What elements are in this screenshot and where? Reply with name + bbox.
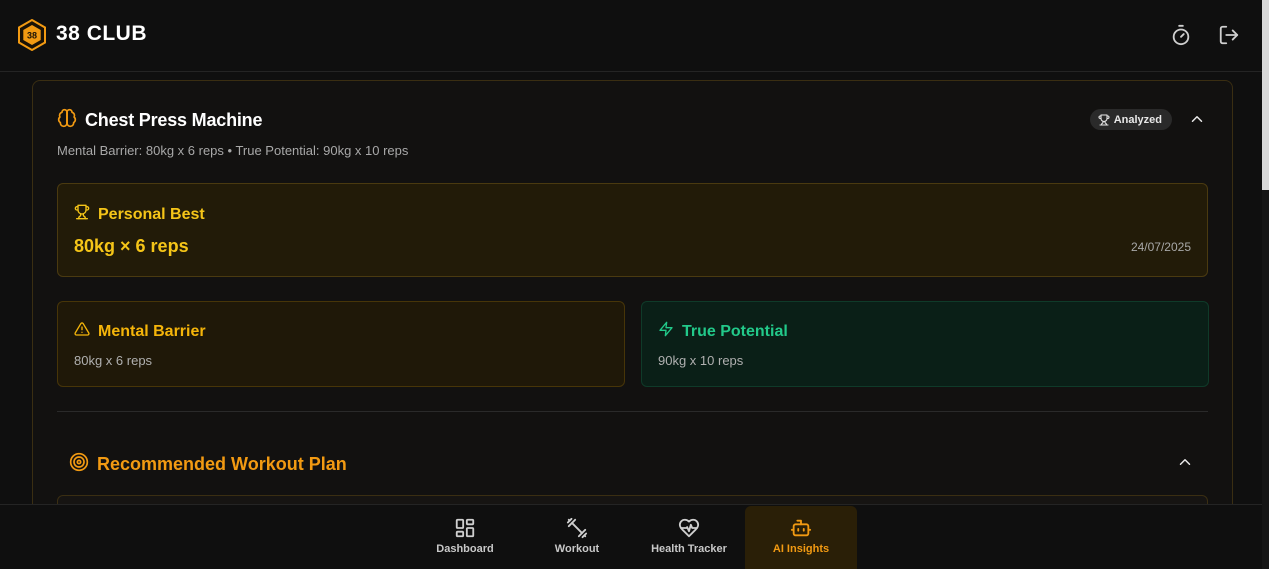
personal-best-date: 24/07/2025 [1130, 240, 1191, 254]
nav-dashboard-label: Dashboard [436, 543, 494, 555]
personal-best-label: Personal Best [98, 205, 205, 223]
heart-pulse-icon [678, 517, 700, 539]
warning-icon [74, 321, 90, 342]
grid-icon [454, 517, 476, 539]
personal-best-value: 80kg × 6 reps [74, 236, 189, 256]
personal-best-header: Personal Best [74, 204, 205, 225]
nav-ai-insights-label: AI Insights [772, 543, 830, 555]
section-divider [57, 411, 1208, 412]
app-header: 38 38 CLUB [0, 0, 1262, 72]
personal-best-panel: Personal Best 80kg × 6 reps 24/07/2025 [57, 183, 1208, 277]
workout-plan-title: Recommended Workout Plan [97, 454, 347, 474]
logo-text: 38 [27, 31, 37, 41]
trophy-icon [1098, 113, 1110, 126]
scrollbar-thumb[interactable] [1262, 0, 1269, 190]
nav-workout-label: Workout [554, 543, 600, 555]
target-icon [69, 452, 89, 477]
nav-health-tracker-label: Health Tracker [651, 543, 727, 555]
mental-barrier-value: 80kg x 6 reps [74, 353, 153, 368]
true-potential-value: 90kg x 10 reps [658, 353, 744, 368]
exercise-summary: Mental Barrier: 80kg x 6 reps • True Pot… [57, 143, 409, 158]
lightning-icon [658, 321, 674, 342]
chevron-up-icon [1179, 459, 1191, 465]
status-badge: Analyzed [1089, 109, 1172, 130]
true-potential-panel: True Potential 90kg x 10 reps [641, 301, 1209, 387]
card-title-row: Chest Press Machine [57, 108, 262, 132]
logout-icon[interactable] [1218, 24, 1240, 46]
collapse-card-button[interactable] [1188, 110, 1206, 128]
exercise-card: Chest Press Machine Mental Barrier: 80kg… [32, 80, 1233, 504]
status-badge-label: Analyzed [1113, 113, 1162, 126]
chevron-up-icon [1191, 116, 1203, 122]
nav-health-tracker[interactable]: Health Tracker [633, 506, 745, 569]
dumbbell-icon [566, 517, 588, 539]
true-potential-header: True Potential [658, 321, 788, 342]
trophy-icon [74, 204, 90, 225]
robot-icon [790, 517, 812, 539]
scrollbar[interactable] [1262, 0, 1269, 569]
exercise-title: Chest Press Machine [85, 109, 263, 130]
collapse-plan-button[interactable] [1176, 453, 1194, 471]
nav-ai-insights[interactable]: AI Insights [745, 506, 857, 569]
workout-plan-content [57, 495, 1208, 504]
logo-badge: 38 [16, 19, 48, 51]
bottom-nav: Dashboard Workout Health Tracker AI Insi… [0, 504, 1262, 569]
nav-dashboard[interactable]: Dashboard [409, 506, 521, 569]
workout-plan-header[interactable]: Recommended Workout Plan [69, 452, 347, 477]
nav-workout[interactable]: Workout [521, 506, 633, 569]
mental-barrier-label: Mental Barrier [98, 322, 206, 340]
mental-barrier-panel: Mental Barrier 80kg x 6 reps [57, 301, 625, 387]
app-name: 38 CLUB [56, 22, 148, 45]
brain-icon [57, 108, 77, 133]
timer-icon[interactable] [1170, 24, 1192, 46]
mental-barrier-header: Mental Barrier [74, 321, 206, 342]
true-potential-label: True Potential [682, 322, 788, 340]
main-content[interactable]: Chest Press Machine Mental Barrier: 80kg… [0, 73, 1262, 504]
